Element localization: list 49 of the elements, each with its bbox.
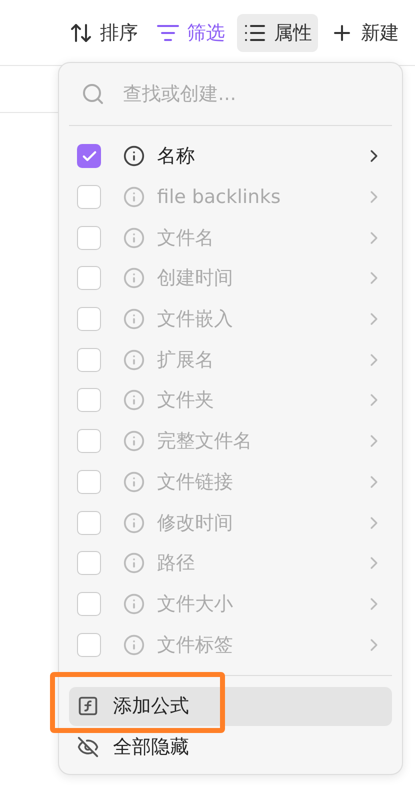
- info-icon: [123, 308, 145, 330]
- checkbox[interactable]: [77, 185, 101, 210]
- toolbar-button[interactable]: 排序: [63, 14, 144, 52]
- info-icon: [123, 389, 145, 412]
- property-label: 扩展名: [157, 348, 215, 373]
- info-icon: [123, 634, 145, 656]
- property-label: 文件名: [157, 226, 215, 251]
- toolbar-button[interactable]: 属性: [237, 14, 318, 52]
- property-label: 文件嵌入: [157, 307, 234, 332]
- checkbox[interactable]: [77, 226, 101, 250]
- info-icon: [123, 470, 145, 493]
- checkbox[interactable]: [77, 307, 101, 332]
- checkbox[interactable]: [77, 632, 101, 657]
- info-icon: [123, 267, 145, 290]
- eye-off-icon: [77, 736, 99, 758]
- function-icon: [77, 695, 99, 718]
- checkbox[interactable]: [77, 348, 101, 372]
- menu-item[interactable]: 添加公式: [69, 686, 392, 726]
- menu-item[interactable]: 全部隐藏: [69, 728, 392, 767]
- toolbar-button[interactable]: 筛选: [150, 14, 231, 52]
- property-label: 文件大小: [157, 592, 234, 617]
- info-icon: [123, 145, 145, 168]
- search-field[interactable]: 查找或创建...: [121, 82, 365, 106]
- checkbox[interactable]: [77, 388, 101, 412]
- checkbox[interactable]: [77, 551, 101, 576]
- info-icon: [123, 430, 145, 452]
- checkbox[interactable]: [77, 429, 101, 454]
- property-label: 文件夹: [157, 388, 215, 414]
- property-label: 文件标签: [157, 632, 234, 658]
- property-label: 完整文件名: [157, 429, 253, 454]
- property-label: 路径: [157, 551, 196, 576]
- checkbox[interactable]: [77, 470, 101, 494]
- property-label: file backlinks: [157, 186, 282, 208]
- property-label: 修改时间: [157, 510, 234, 536]
- checkbox[interactable]: [77, 266, 101, 290]
- property-label: 文件链接: [157, 470, 234, 495]
- info-icon: [123, 186, 145, 208]
- search-icon: [81, 82, 105, 106]
- checkbox[interactable]: [77, 144, 101, 168]
- info-icon: [123, 226, 145, 249]
- info-icon: [123, 348, 145, 371]
- toolbar-button[interactable]: 新建: [324, 14, 405, 52]
- checkbox[interactable]: [77, 592, 101, 616]
- property-label: 创建时间: [157, 266, 234, 292]
- checkbox[interactable]: [77, 510, 101, 535]
- info-icon: [123, 552, 145, 574]
- property-label: 名称: [157, 144, 196, 170]
- info-icon: [123, 512, 145, 534]
- info-icon: [123, 592, 145, 615]
